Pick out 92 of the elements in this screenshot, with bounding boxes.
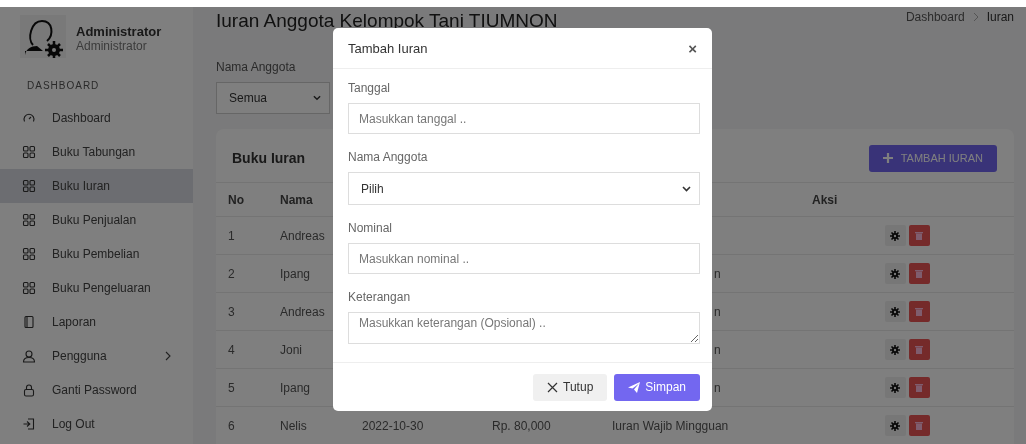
delete-button[interactable] (908, 415, 930, 436)
table-cell: Ipang (280, 266, 311, 281)
field-label: Tanggal (348, 81, 392, 95)
gear-icon (890, 268, 900, 279)
close-dialog-button[interactable]: Tutup (533, 373, 608, 401)
grid-icon (22, 213, 36, 227)
table-cell: Ipang (280, 380, 311, 395)
caret-icon (313, 95, 321, 101)
gear-icon (890, 306, 900, 317)
settings-button[interactable] (884, 225, 906, 246)
sidebar-item[interactable]: Laporan (0, 305, 193, 339)
add-button[interactable]: TAMBAH IURAN (868, 144, 997, 172)
dialog-title: Tambah Iuran (348, 40, 428, 56)
trash-icon (915, 307, 923, 316)
sidebar-item[interactable]: Log Out (0, 407, 193, 441)
delete-button[interactable] (908, 225, 930, 246)
gear-icon (890, 344, 900, 355)
section-label: DASHBOARD (26, 79, 101, 93)
settings-button[interactable] (884, 301, 906, 322)
table-cell: 6 (228, 418, 235, 433)
sidebar-item[interactable]: Buku Iuran (0, 169, 193, 203)
table-cell: Iuran Wajib Mingguan (612, 418, 729, 433)
settings-button[interactable] (884, 377, 906, 398)
settings-button[interactable] (884, 263, 906, 284)
field-label: Keterangan (348, 290, 412, 304)
lock-icon (22, 383, 36, 397)
sidebar-item[interactable]: Buku Penjualan (0, 203, 193, 237)
sidebar-item[interactable]: Dashboard (0, 101, 193, 135)
logout-icon (22, 417, 36, 431)
table-cell: 3 (228, 304, 235, 319)
settings-button[interactable] (884, 339, 906, 360)
table-cell: Andreas (280, 228, 325, 243)
delete-button[interactable] (908, 301, 930, 322)
user-role: Administrator (76, 39, 148, 53)
table-cell: n (714, 342, 721, 357)
table-cell: 2 (228, 266, 235, 281)
column-header: Aksi (800, 182, 1014, 217)
save-button[interactable]: Simpan (614, 373, 700, 401)
column-header: No (216, 182, 268, 217)
breadcrumb-item[interactable]: Dashboard (905, 10, 965, 24)
trash-icon (915, 421, 923, 430)
table-cell: Joni (280, 342, 302, 357)
user-icon (22, 349, 36, 363)
grid-icon (22, 247, 36, 261)
close-button[interactable]: × (688, 39, 697, 57)
table-cell: n (714, 266, 721, 281)
delete-button[interactable] (908, 339, 930, 360)
trash-icon (915, 383, 923, 392)
sidebar-item[interactable]: Ganti Password (0, 373, 193, 407)
field-label: Nominal (348, 221, 393, 235)
chevron-icon (972, 12, 979, 22)
sidebar-item[interactable]: Buku Tabungan (0, 135, 193, 169)
paper-plane-icon (628, 381, 641, 393)
member-select[interactable]: Pilih (348, 172, 700, 205)
table-cell: 4 (228, 342, 235, 357)
grid-icon (22, 281, 36, 295)
close-icon (547, 381, 559, 393)
text-area-field[interactable]: Masukkan keterangan (Opsional) .. (348, 312, 700, 344)
sidebar-item[interactable]: Buku Pengeluaran (0, 271, 193, 305)
field-label: Nama Anggota (348, 150, 429, 164)
filter-label: Nama Anggota (216, 60, 297, 74)
grid-icon (22, 145, 36, 159)
gear-icon (890, 420, 900, 431)
table-cell: Rp. 80,000 (492, 418, 551, 433)
table-cell: 5 (228, 380, 235, 395)
sidebar-item[interactable]: Pengguna (0, 339, 193, 373)
table-cell: Nelis (280, 418, 307, 433)
gear-icon (890, 230, 900, 241)
table-cell: 1 (228, 228, 235, 243)
trash-icon (915, 269, 923, 278)
card-title: Buku Iuran (232, 150, 306, 166)
member-filter-select[interactable]: Semua (216, 82, 330, 114)
page-title: Iuran Anggota Kelompok Tani TIUMNON (216, 10, 558, 32)
delete-button[interactable] (908, 377, 930, 398)
caret-icon (682, 185, 691, 192)
trash-icon (915, 345, 923, 354)
sidebar-item[interactable]: Buku Pembelian (0, 237, 193, 271)
settings-button[interactable] (884, 415, 906, 436)
text-input-field[interactable]: Masukkan tanggal .. (348, 103, 700, 134)
trash-icon (915, 231, 923, 240)
delete-button[interactable] (908, 263, 930, 284)
user-name: Administrator (76, 24, 162, 39)
plus-icon (882, 153, 893, 163)
grid-icon (22, 179, 36, 193)
text-input-field[interactable]: Masukkan nominal .. (348, 243, 700, 274)
table-cell: n (714, 380, 721, 395)
table-cell: Andreas (280, 304, 325, 319)
table-cell: n (714, 304, 721, 319)
breadcrumb-item: Iuran (986, 10, 1014, 24)
gear-icon (890, 382, 900, 393)
document-icon (22, 315, 36, 329)
table-cell: 2022-10-30 (362, 418, 424, 433)
